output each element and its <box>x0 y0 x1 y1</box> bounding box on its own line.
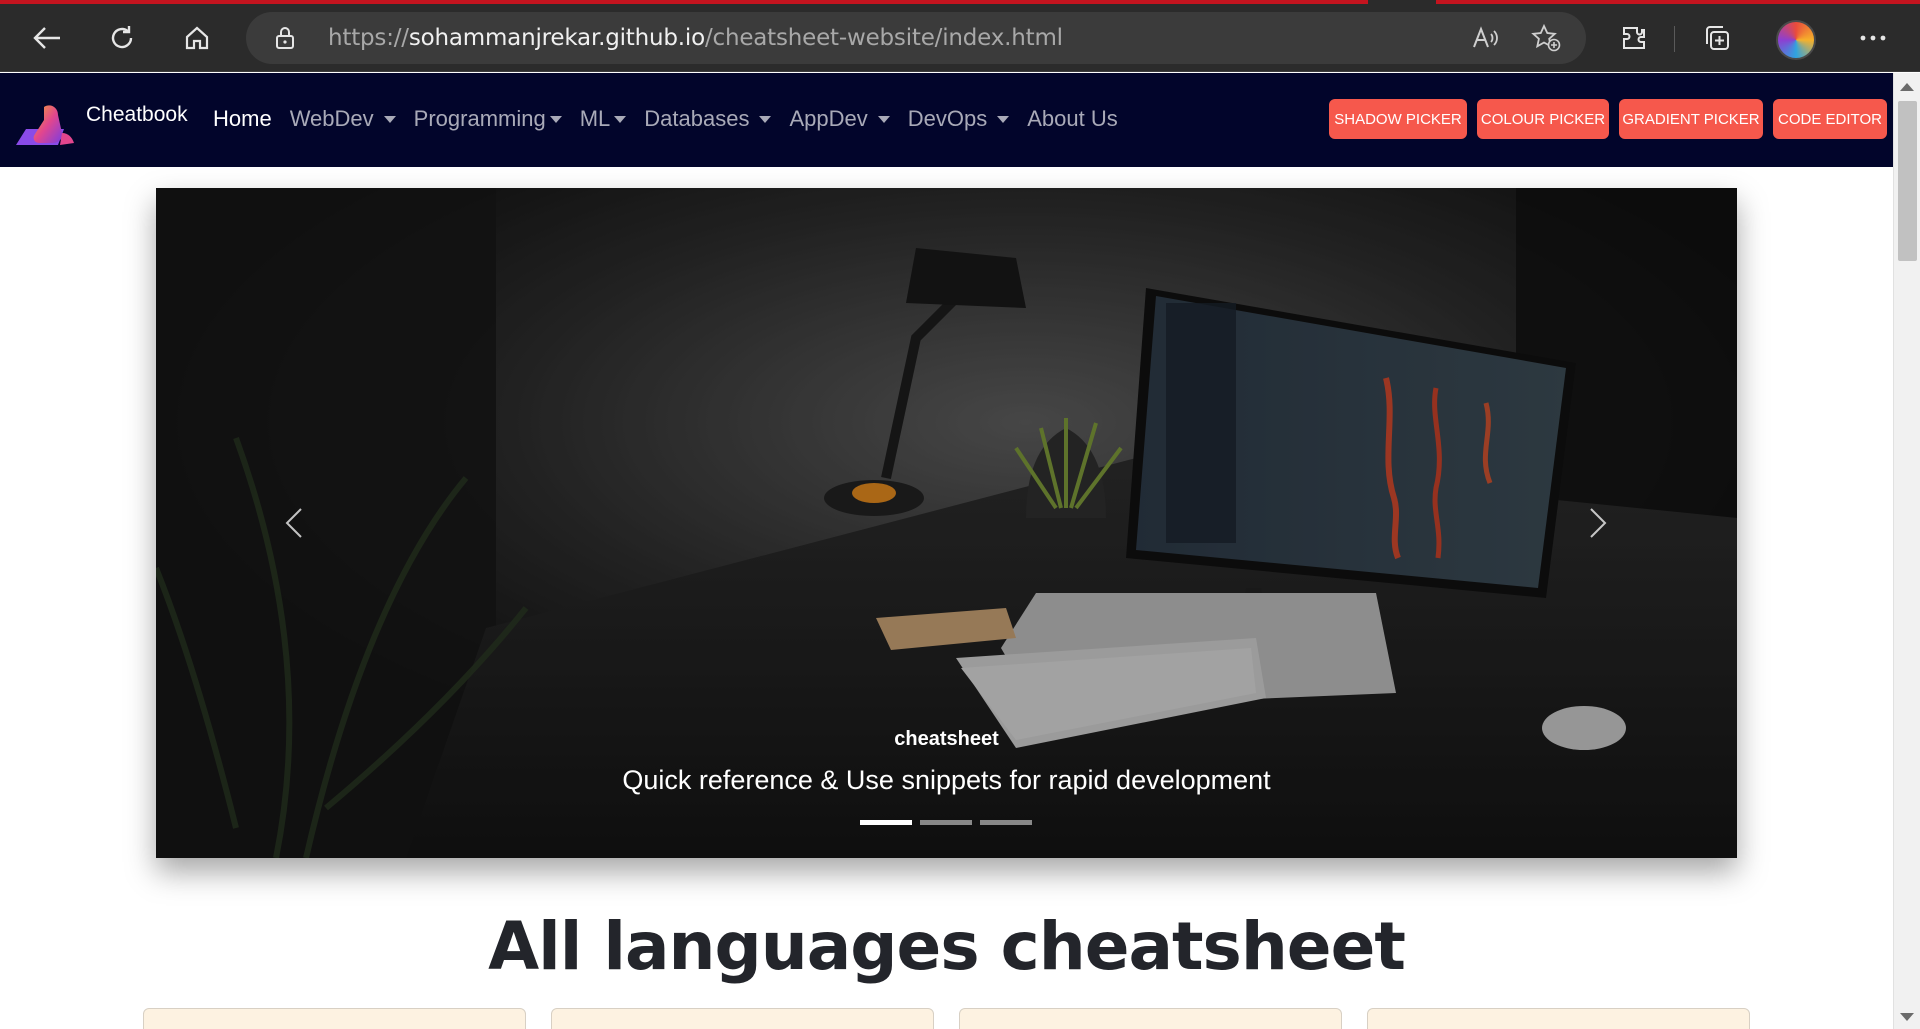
url-path: /cheatsheet-website/index.html <box>704 25 1063 51</box>
nav-programming[interactable]: Programming <box>414 106 562 132</box>
nav-webdev[interactable]: WebDev <box>290 106 396 132</box>
page-scrollbar[interactable] <box>1893 73 1920 1029</box>
toolbar-separator <box>1674 26 1675 52</box>
brand-logo-icon <box>14 101 80 149</box>
nav-links: Home WebDev Programming ML Databases App… <box>213 106 1136 132</box>
carousel-indicator-2[interactable] <box>920 820 972 825</box>
cheatsheet-card[interactable] <box>959 1008 1342 1029</box>
brand-name: Cheatbook <box>86 103 188 126</box>
home-icon[interactable] <box>177 18 217 58</box>
nav-ml[interactable]: ML <box>580 106 627 132</box>
carousel-prev-button[interactable] <box>274 498 314 548</box>
site-navbar: Cheatbook Home WebDev Programming ML Dat… <box>0 73 1893 167</box>
nav-about-us[interactable]: About Us <box>1027 106 1118 132</box>
nav-home-label: Home <box>213 106 272 131</box>
more-icon[interactable] <box>1853 18 1893 58</box>
site-info-icon[interactable] <box>274 26 296 55</box>
chevron-down-icon <box>614 115 627 123</box>
nav-home[interactable]: Home <box>213 106 272 132</box>
browser-toolbar: https://sohammanjrekar.github.io/cheatsh… <box>0 4 1920 72</box>
favorites-icon[interactable] <box>1530 22 1562 54</box>
carousel-indicator-1[interactable] <box>860 820 912 825</box>
nav-webdev-label: WebDev <box>289 106 374 131</box>
carousel-caption-title: cheatsheet <box>894 728 999 750</box>
carousel-caption: cheatsheet Quick reference & Use snippet… <box>156 728 1737 796</box>
scroll-up-icon[interactable] <box>1900 83 1914 91</box>
chevron-right-icon <box>1590 508 1607 538</box>
code-editor-button[interactable]: CODE EDITOR <box>1773 99 1887 139</box>
brand[interactable]: Cheatbook <box>14 101 188 149</box>
cheatsheet-card[interactable] <box>1367 1008 1750 1029</box>
address-bar[interactable]: https://sohammanjrekar.github.io/cheatsh… <box>246 12 1586 64</box>
carousel-next-button[interactable] <box>1578 498 1618 548</box>
section-heading: All languages cheatsheet <box>488 908 1406 985</box>
read-aloud-icon[interactable] <box>1469 22 1501 54</box>
nav-databases[interactable]: Databases <box>644 106 772 132</box>
chevron-down-icon <box>997 115 1010 123</box>
cheatsheet-card[interactable] <box>551 1008 934 1029</box>
refresh-icon[interactable] <box>102 18 142 58</box>
colour-picker-button[interactable]: COLOUR PICKER <box>1477 99 1609 139</box>
back-icon[interactable] <box>27 18 67 58</box>
carousel-caption-text: Quick reference & Use snippets for rapid… <box>622 765 1271 795</box>
cheatsheet-card[interactable] <box>143 1008 526 1029</box>
nav-programming-label: Programming <box>413 106 546 131</box>
page-viewport: Cheatbook Home WebDev Programming ML Dat… <box>0 73 1893 1029</box>
nav-devops-label: DevOps <box>907 106 988 131</box>
chevron-left-icon <box>285 508 302 538</box>
nav-about-label: About Us <box>1027 106 1118 131</box>
chevron-down-icon <box>383 115 396 123</box>
nav-devops[interactable]: DevOps <box>907 106 1010 132</box>
scrollbar-thumb[interactable] <box>1898 101 1917 261</box>
carousel-indicators <box>860 820 1040 825</box>
nav-ml-label: ML <box>579 106 611 131</box>
hero-carousel: cheatsheet Quick reference & Use snippet… <box>156 188 1737 858</box>
collections-icon[interactable] <box>1697 18 1737 58</box>
url-text: https://sohammanjrekar.github.io/cheatsh… <box>328 25 1063 51</box>
tool-buttons: SHADOW PICKER COLOUR PICKER GRADIENT PIC… <box>1329 99 1893 139</box>
nav-appdev[interactable]: AppDev <box>789 106 890 132</box>
url-prefix: https:// <box>328 25 409 51</box>
chevron-down-icon <box>759 115 772 123</box>
chevron-down-icon <box>549 115 562 123</box>
extensions-icon[interactable] <box>1614 18 1654 58</box>
nav-databases-label: Databases <box>644 106 750 131</box>
shadow-picker-button[interactable]: SHADOW PICKER <box>1329 99 1467 139</box>
scroll-down-icon[interactable] <box>1900 1013 1914 1021</box>
carousel-indicator-3[interactable] <box>980 820 1032 825</box>
profile-avatar[interactable] <box>1776 20 1816 60</box>
gradient-picker-button[interactable]: GRADIENT PICKER <box>1619 99 1763 139</box>
nav-appdev-label: AppDev <box>789 106 868 131</box>
chevron-down-icon <box>877 115 890 123</box>
url-host: sohammanjrekar.github.io <box>408 25 705 51</box>
